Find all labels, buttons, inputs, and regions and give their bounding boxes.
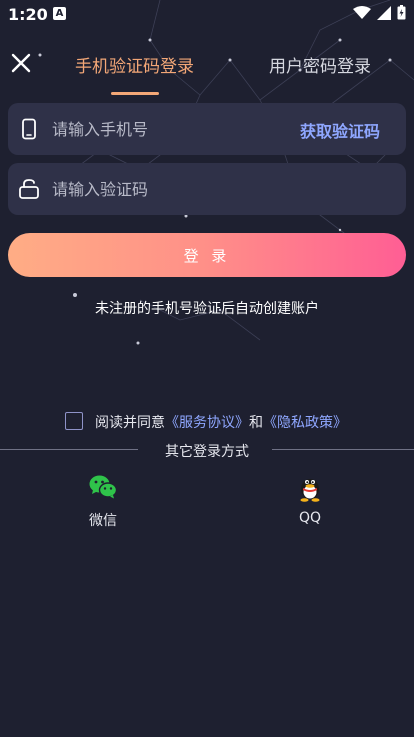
qq-label: QQ: [298, 510, 322, 526]
privacy-policy-link[interactable]: 《隐私政策》: [263, 415, 347, 431]
qq-icon: [300, 479, 320, 502]
close-icon[interactable]: [9, 51, 33, 75]
verification-code-input[interactable]: [52, 171, 282, 207]
lock-icon: [19, 179, 39, 199]
status-time: 1:20: [8, 5, 48, 24]
get-code-button[interactable]: 获取验证码: [300, 118, 380, 142]
other-login-title: 其它登录方式: [165, 444, 249, 460]
agreement-text: 阅读并同意《服务协议》和《隐私政策》: [95, 412, 347, 432]
battery-icon: [397, 5, 406, 20]
tab-sms-login[interactable]: 手机验证码登录: [75, 52, 194, 77]
auto-register-note: 未注册的手机号验证后自动创建账户: [95, 301, 319, 317]
qq-login-button[interactable]: QQ: [280, 472, 340, 526]
service-agreement-link[interactable]: 《服务协议》: [165, 415, 249, 431]
phone-input-row: 获取验证码: [8, 103, 406, 155]
status-bar: 1:20 A: [0, 0, 414, 30]
agreement-prefix: 阅读并同意: [95, 415, 165, 431]
signal-icon: [377, 5, 391, 20]
wifi-icon: [353, 5, 371, 19]
phone-icon: [22, 118, 36, 140]
active-tab-indicator: [111, 92, 159, 95]
code-input-row: [8, 163, 406, 215]
keyboard-indicator-icon: A: [53, 7, 66, 20]
phone-input[interactable]: [52, 111, 282, 147]
wechat-icon: [89, 475, 118, 499]
wechat-label: 微信: [89, 513, 117, 529]
tab-password-login[interactable]: 用户密码登录: [269, 52, 371, 77]
status-icons: [353, 5, 406, 20]
wechat-login-button[interactable]: 微信: [73, 472, 133, 530]
agreement-checkbox[interactable]: [65, 412, 83, 430]
agreement-joiner: 和: [249, 415, 263, 431]
login-button[interactable]: 登 录: [8, 233, 406, 277]
